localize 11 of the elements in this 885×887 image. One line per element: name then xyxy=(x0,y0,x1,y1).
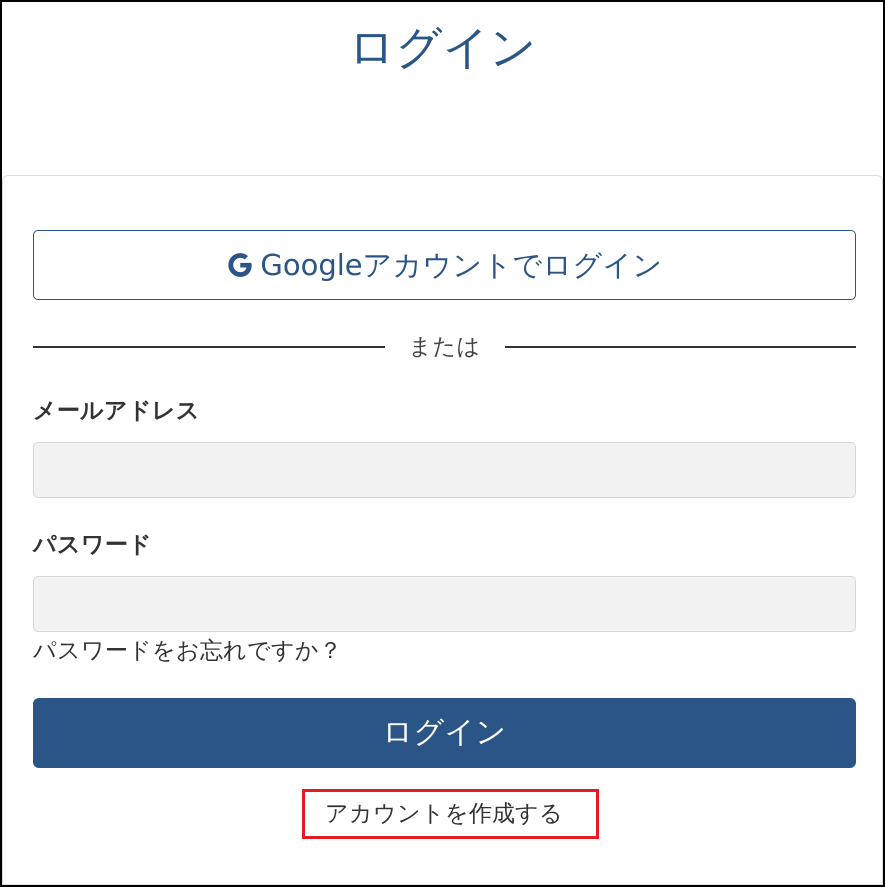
divider-label: または xyxy=(408,333,480,362)
g-logo-icon xyxy=(226,251,254,279)
login-button[interactable]: ログイン xyxy=(33,698,856,768)
create-account-link[interactable]: アカウントを作成する xyxy=(325,799,563,829)
input-field[interactable] xyxy=(33,442,856,498)
input-field[interactable] xyxy=(33,576,856,632)
forgot-password-link[interactable]: パスワードをお忘れですか？ xyxy=(33,636,342,666)
page-title: ログイン xyxy=(348,20,536,76)
field-label: パスワード xyxy=(33,531,152,560)
field-label: メールアドレス xyxy=(33,397,200,426)
google-login-button[interactable]: Googleアカウントでログイン xyxy=(33,230,856,300)
